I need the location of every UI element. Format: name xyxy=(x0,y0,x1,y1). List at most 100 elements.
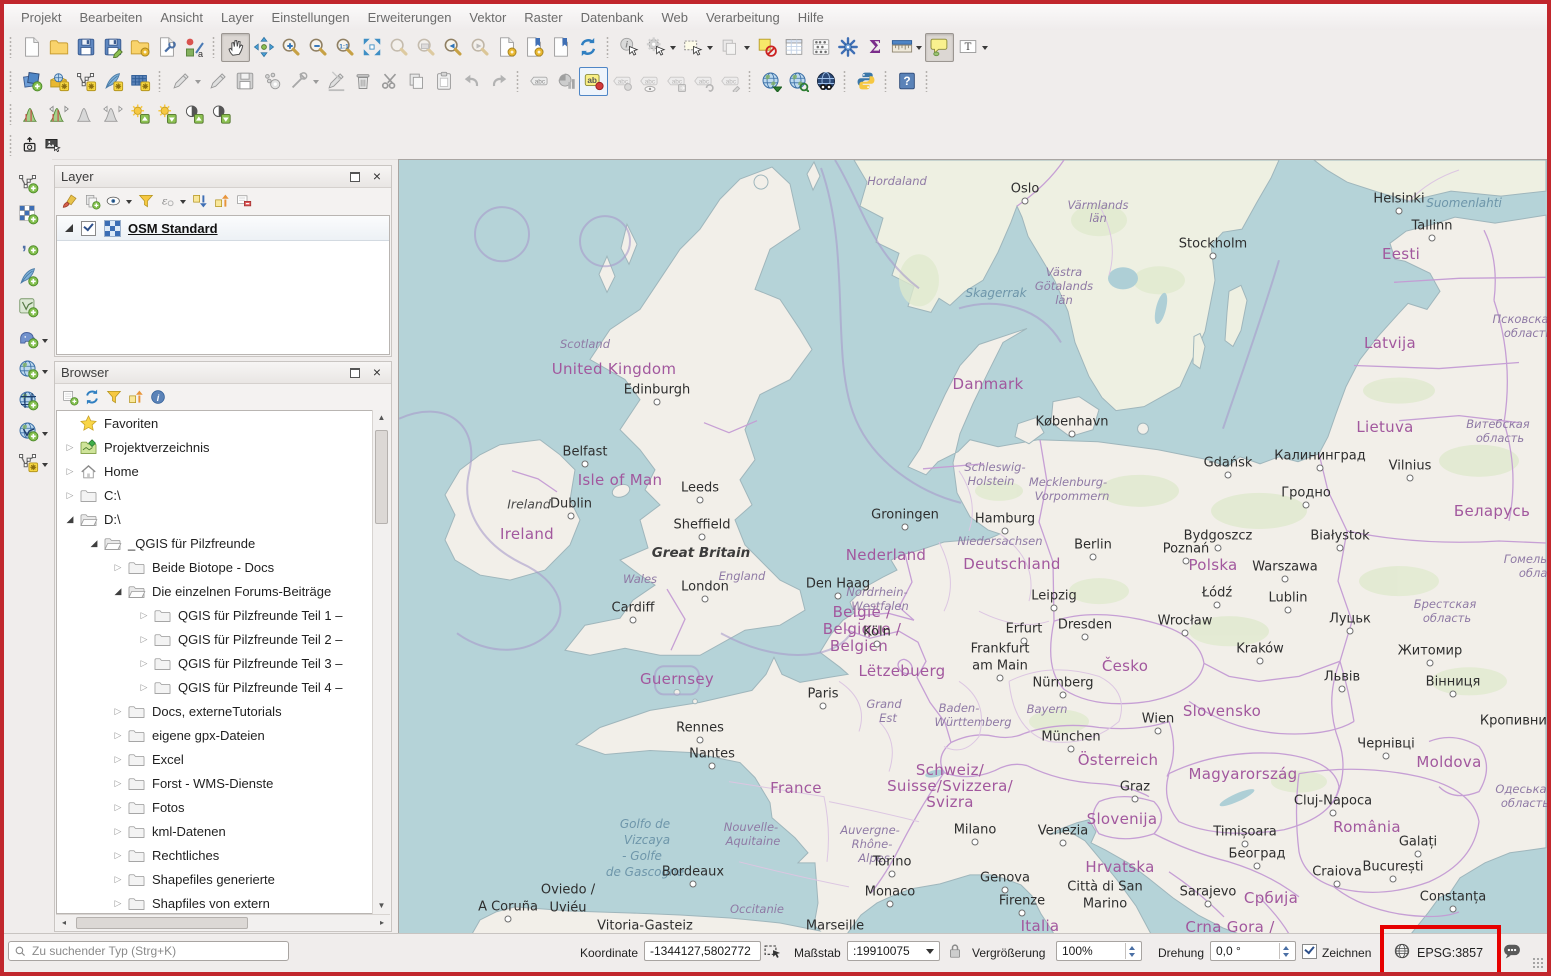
add-postgis-layer-button[interactable] xyxy=(15,324,42,351)
tree-item-docs-externe-tutorials[interactable]: ▷Docs, externeTutorials xyxy=(57,699,389,723)
advanced-digitizing-button[interactable] xyxy=(285,68,312,95)
zoom-to-layer-button[interactable] xyxy=(412,34,439,61)
local-cumulative-stretch-button[interactable] xyxy=(72,101,99,128)
new-map-view-button[interactable] xyxy=(493,34,520,61)
new-bookmark-button[interactable] xyxy=(520,34,547,61)
tree-item-teil-1[interactable]: ▷QGIS für Pilzfreunde Teil 1 – xyxy=(57,603,389,627)
tree-item-qgis-fuer-pilzfreunde[interactable]: ◢_QGIS für Pilzfreunde xyxy=(57,531,389,555)
save-project-button[interactable] xyxy=(72,34,99,61)
new-shapefile-layer-button[interactable] xyxy=(15,448,42,475)
measure-line-button[interactable] xyxy=(888,34,915,61)
filter-expression-dropdown[interactable] xyxy=(180,200,186,207)
show-bookmarks-button[interactable] xyxy=(547,34,574,61)
osm-download-button[interactable] xyxy=(757,68,784,95)
import-photos-button[interactable] xyxy=(18,133,41,156)
tree-item-home[interactable]: ▷Home xyxy=(57,459,389,483)
undo-button[interactable] xyxy=(457,68,484,95)
delete-selected-button[interactable] xyxy=(349,68,376,95)
local-histogram-stretch-button[interactable] xyxy=(18,101,45,128)
paste-features-button[interactable] xyxy=(430,68,457,95)
new-layer-dropdown[interactable] xyxy=(42,463,48,470)
menu-vektor[interactable]: Vektor xyxy=(460,6,515,29)
add-delimited-text-layer-button[interactable] xyxy=(15,231,42,258)
tree-item-c-drive[interactable]: ▷C:\ xyxy=(57,483,389,507)
increase-contrast-button[interactable] xyxy=(180,101,207,128)
data-source-manager-button[interactable] xyxy=(18,68,45,95)
tree-item-beide-biotope[interactable]: ▷Beide Biotope - Docs xyxy=(57,555,389,579)
zoom-to-selection-button[interactable] xyxy=(385,34,412,61)
messages-icon[interactable] xyxy=(1502,941,1522,961)
extent-icon[interactable] xyxy=(763,941,783,961)
tree-item-rechtliches[interactable]: ▷Rechtliches xyxy=(57,843,389,867)
save-project-as-button[interactable] xyxy=(99,34,126,61)
select-features-dropdown[interactable] xyxy=(707,46,713,53)
style-manager-button[interactable]: a xyxy=(180,34,207,61)
tree-item-d-drive[interactable]: ◢D:\ xyxy=(57,507,389,531)
feature-action-dropdown[interactable] xyxy=(670,46,676,53)
labeling-options-button[interactable] xyxy=(579,67,608,96)
rotation-spinbox[interactable]: 0,0 ° xyxy=(1210,941,1296,961)
browser-filter-button[interactable] xyxy=(103,386,125,408)
add-raster-layer-button[interactable] xyxy=(15,200,42,227)
layer-visibility-checkbox[interactable] xyxy=(81,221,96,236)
layer-panel-float-button[interactable] xyxy=(347,170,363,184)
scroll-right-arrow[interactable]: ▸ xyxy=(374,915,390,930)
wms-dropdown[interactable] xyxy=(42,370,48,377)
add-layer-package-button[interactable] xyxy=(45,68,72,95)
copy-features-button[interactable] xyxy=(403,68,430,95)
statistics-button[interactable] xyxy=(807,34,834,61)
statistical-summary-button[interactable] xyxy=(861,34,888,61)
wfs-dropdown[interactable] xyxy=(42,432,48,439)
tree-item-kml-datenen[interactable]: ▷kml-Datenen xyxy=(57,819,389,843)
browser-refresh-button[interactable] xyxy=(81,386,103,408)
tree-item-eigene-gpx-dateien[interactable]: ▷eigene gpx-Dateien xyxy=(57,723,389,747)
tree-item-forst-wms-dienste[interactable]: ▷Forst - WMS-Dienste xyxy=(57,771,389,795)
select-by-form-button[interactable] xyxy=(716,34,743,61)
decrease-contrast-button[interactable] xyxy=(207,101,234,128)
menu-raster[interactable]: Raster xyxy=(515,6,571,29)
deselect-features-button[interactable] xyxy=(753,34,780,61)
filter-legend-button[interactable] xyxy=(135,190,157,212)
zoom-next-button[interactable] xyxy=(466,34,493,61)
browser-properties-button[interactable] xyxy=(147,386,169,408)
tree-item-fotos[interactable]: ▷Fotos xyxy=(57,795,389,819)
coordinate-input[interactable]: -1344127,5802772 xyxy=(644,941,761,961)
text-annotation-button[interactable] xyxy=(954,34,981,61)
menu-projekt[interactable]: Projekt xyxy=(12,6,70,29)
refresh-map-button[interactable] xyxy=(574,34,601,61)
tree-item-teil-4[interactable]: ▷QGIS für Pilzfreunde Teil 4 – xyxy=(57,675,389,699)
tree-item-shapfiles-von-extern[interactable]: ▷Shapfiles von extern xyxy=(57,891,389,914)
add-virtual-layer-button[interactable] xyxy=(15,293,42,320)
new-geopackage-button[interactable] xyxy=(72,68,99,95)
add-selected-layers-button[interactable] xyxy=(59,386,81,408)
processing-toolbox-button[interactable] xyxy=(834,34,861,61)
browser-vertical-scrollbar[interactable]: ▲ ▼ xyxy=(372,410,390,914)
postgis-dropdown[interactable] xyxy=(42,339,48,346)
open-layer-styling-button[interactable] xyxy=(59,190,81,212)
new-spatialite-button[interactable] xyxy=(99,68,126,95)
select-dropdown[interactable] xyxy=(744,46,750,53)
decrease-brightness-button[interactable] xyxy=(153,101,180,128)
digitize-button[interactable] xyxy=(258,68,285,95)
browser-panel-close-button[interactable]: × xyxy=(369,366,385,380)
new-print-layout-button[interactable] xyxy=(126,34,153,61)
map-tips-button[interactable] xyxy=(925,33,954,62)
browser-panel-float-button[interactable] xyxy=(347,366,363,380)
advanced-digitizing-dropdown[interactable] xyxy=(313,80,319,87)
modify-attributes-button[interactable] xyxy=(322,68,349,95)
zoom-native-button[interactable]: 1:1 xyxy=(331,34,358,61)
select-features-button[interactable] xyxy=(679,34,706,61)
expand-all-button[interactable] xyxy=(189,190,211,212)
tree-item-teil-3[interactable]: ▷QGIS für Pilzfreunde Teil 3 – xyxy=(57,651,389,675)
vertical-scroll-thumb[interactable] xyxy=(375,430,388,524)
menu-web[interactable]: Web xyxy=(652,6,697,29)
scale-combobox[interactable]: :19910075 xyxy=(847,941,940,961)
layout-manager-button[interactable] xyxy=(153,34,180,61)
zoom-full-button[interactable] xyxy=(358,34,385,61)
manage-map-themes-button[interactable] xyxy=(103,190,125,212)
editing-dropdown[interactable] xyxy=(195,80,201,87)
layer-item-osm-standard[interactable]: OSM Standard xyxy=(57,216,389,241)
menu-einstellungen[interactable]: Einstellungen xyxy=(263,6,359,29)
menu-erweiterungen[interactable]: Erweiterungen xyxy=(359,6,461,29)
cut-features-button[interactable] xyxy=(376,68,403,95)
